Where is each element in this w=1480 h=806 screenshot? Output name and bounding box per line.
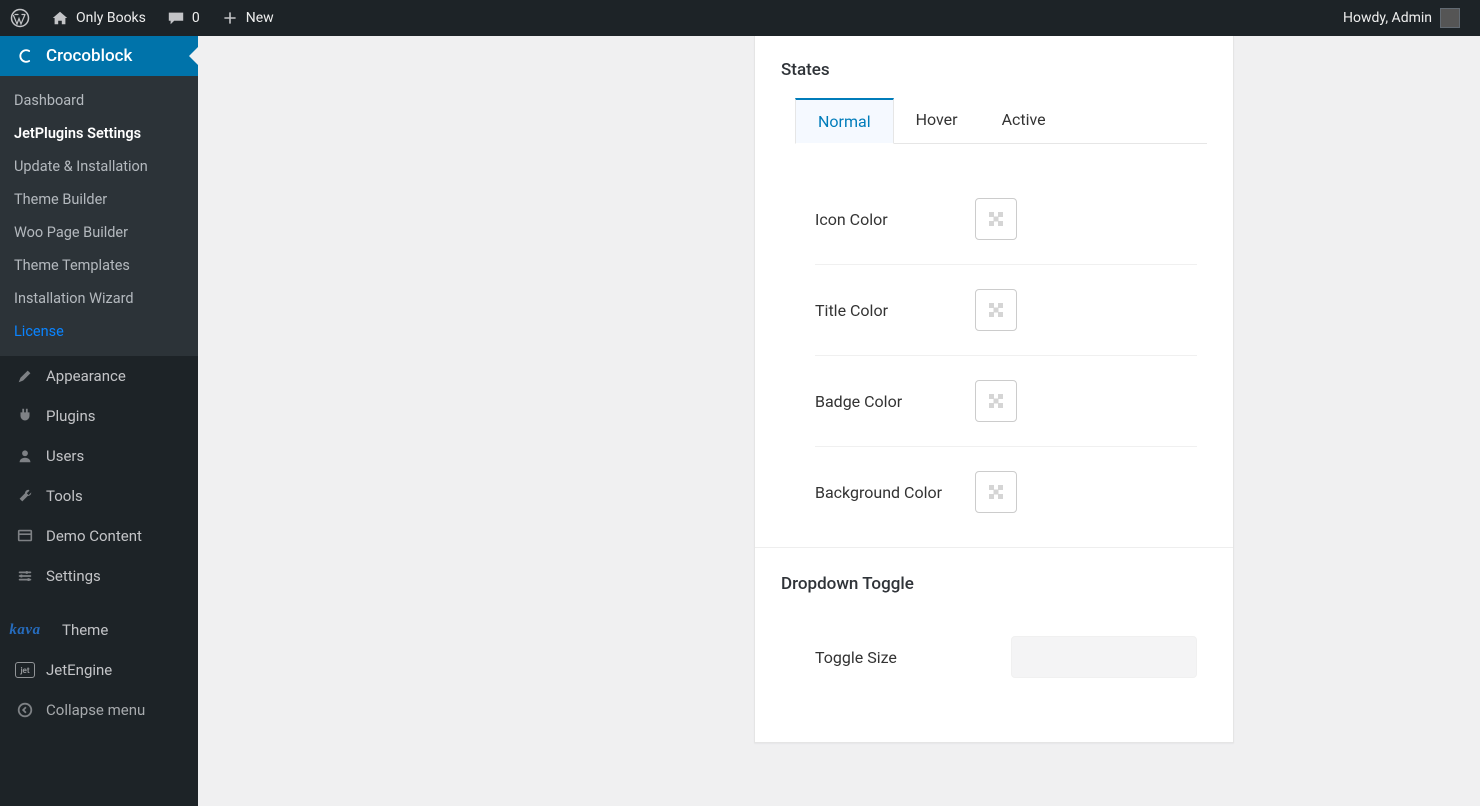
sidebar-item-label: JetEngine bbox=[46, 661, 112, 679]
submenu-dashboard[interactable]: Dashboard bbox=[0, 84, 198, 117]
submenu-woo-page-builder[interactable]: Woo Page Builder bbox=[0, 216, 198, 249]
field-label: Background Color bbox=[815, 483, 975, 502]
section-divider bbox=[755, 547, 1233, 548]
submenu-license[interactable]: License bbox=[0, 315, 198, 348]
sidebar-item-kava-theme[interactable]: kava Theme bbox=[0, 610, 198, 650]
settings-panel: States Normal Hover Active Icon Color Ti… bbox=[754, 36, 1234, 743]
tab-hover[interactable]: Hover bbox=[894, 98, 980, 143]
submenu-theme-builder[interactable]: Theme Builder bbox=[0, 183, 198, 216]
main-content: States Normal Hover Active Icon Color Ti… bbox=[198, 36, 1480, 806]
sidebar-item-label: Tools bbox=[46, 487, 83, 505]
sidebar-item-demo-content[interactable]: Demo Content bbox=[0, 516, 198, 556]
sidebar-item-tools[interactable]: Tools bbox=[0, 476, 198, 516]
sidebar-item-settings[interactable]: Settings bbox=[0, 556, 198, 596]
sidebar-item-appearance[interactable]: Appearance bbox=[0, 356, 198, 396]
admin-bar-right: Howdy, Admin bbox=[1327, 0, 1480, 36]
users-icon bbox=[14, 447, 36, 465]
jetengine-icon: jet bbox=[14, 662, 36, 678]
color-picker-background-color[interactable] bbox=[975, 471, 1017, 513]
plugins-icon bbox=[14, 407, 36, 425]
kava-icon: kava bbox=[14, 622, 36, 639]
admin-sidebar: Crocoblock Dashboard JetPlugins Settings… bbox=[0, 36, 198, 806]
field-background-color: Background Color bbox=[815, 447, 1197, 537]
sidebar-item-label: Appearance bbox=[46, 367, 126, 385]
submenu-update-installation[interactable]: Update & Installation bbox=[0, 150, 198, 183]
wordpress-icon bbox=[10, 8, 30, 28]
settings-icon bbox=[14, 567, 36, 585]
collapse-icon bbox=[14, 701, 36, 719]
section-title-dropdown: Dropdown Toggle bbox=[781, 574, 1207, 594]
new-content-link[interactable]: New bbox=[210, 0, 284, 36]
sidebar-item-label: Plugins bbox=[46, 407, 95, 425]
field-badge-color: Badge Color bbox=[815, 356, 1197, 447]
color-picker-badge-color[interactable] bbox=[975, 380, 1017, 422]
tab-active[interactable]: Active bbox=[980, 98, 1068, 143]
comments-icon bbox=[166, 8, 186, 28]
collapse-label: Collapse menu bbox=[46, 701, 145, 719]
section-title-states: States bbox=[781, 60, 1207, 80]
field-label: Badge Color bbox=[815, 392, 975, 411]
sidebar-item-label: Crocoblock bbox=[46, 46, 132, 66]
demo-content-icon bbox=[14, 527, 36, 545]
sidebar-item-crocoblock[interactable]: Crocoblock bbox=[0, 36, 198, 76]
sidebar-item-label: Settings bbox=[46, 567, 101, 585]
sidebar-item-label: Users bbox=[46, 447, 84, 465]
states-tabs: Normal Hover Active bbox=[795, 98, 1207, 144]
color-picker-title-color[interactable] bbox=[975, 289, 1017, 331]
avatar bbox=[1440, 8, 1460, 28]
crocoblock-icon bbox=[14, 46, 36, 66]
home-icon bbox=[50, 8, 70, 28]
comments-link[interactable]: 0 bbox=[156, 0, 210, 36]
field-label: Toggle Size bbox=[815, 648, 975, 667]
tools-icon bbox=[14, 487, 36, 505]
field-toggle-size: Toggle Size bbox=[815, 612, 1197, 702]
new-label: New bbox=[246, 10, 274, 26]
toggle-size-input[interactable] bbox=[1011, 636, 1197, 678]
admin-bar-left: Only Books 0 New bbox=[0, 0, 284, 36]
submenu-jetplugins-settings[interactable]: JetPlugins Settings bbox=[0, 117, 198, 150]
appearance-icon bbox=[14, 367, 36, 385]
comments-count: 0 bbox=[192, 10, 200, 26]
sidebar-item-users[interactable]: Users bbox=[0, 436, 198, 476]
plus-icon bbox=[220, 8, 240, 28]
sidebar-submenu: Dashboard JetPlugins Settings Update & I… bbox=[0, 76, 198, 356]
tab-normal[interactable]: Normal bbox=[795, 98, 894, 144]
sidebar-item-label: Theme bbox=[62, 621, 108, 639]
howdy-text: Howdy, Admin bbox=[1343, 10, 1432, 26]
collapse-menu[interactable]: Collapse menu bbox=[0, 690, 198, 730]
field-label: Title Color bbox=[815, 301, 975, 320]
field-icon-color: Icon Color bbox=[815, 174, 1197, 265]
submenu-installation-wizard[interactable]: Installation Wizard bbox=[0, 282, 198, 315]
sidebar-item-plugins[interactable]: Plugins bbox=[0, 396, 198, 436]
site-link[interactable]: Only Books bbox=[40, 0, 156, 36]
sidebar-item-jetengine[interactable]: jet JetEngine bbox=[0, 650, 198, 690]
color-picker-icon-color[interactable] bbox=[975, 198, 1017, 240]
submenu-theme-templates[interactable]: Theme Templates bbox=[0, 249, 198, 282]
wp-logo[interactable] bbox=[0, 0, 40, 36]
account-link[interactable]: Howdy, Admin bbox=[1327, 0, 1470, 36]
sidebar-item-label: Demo Content bbox=[46, 527, 142, 545]
field-label: Icon Color bbox=[815, 210, 975, 229]
admin-bar: Only Books 0 New Howdy, Admin bbox=[0, 0, 1480, 36]
site-title: Only Books bbox=[76, 10, 146, 26]
field-title-color: Title Color bbox=[815, 265, 1197, 356]
